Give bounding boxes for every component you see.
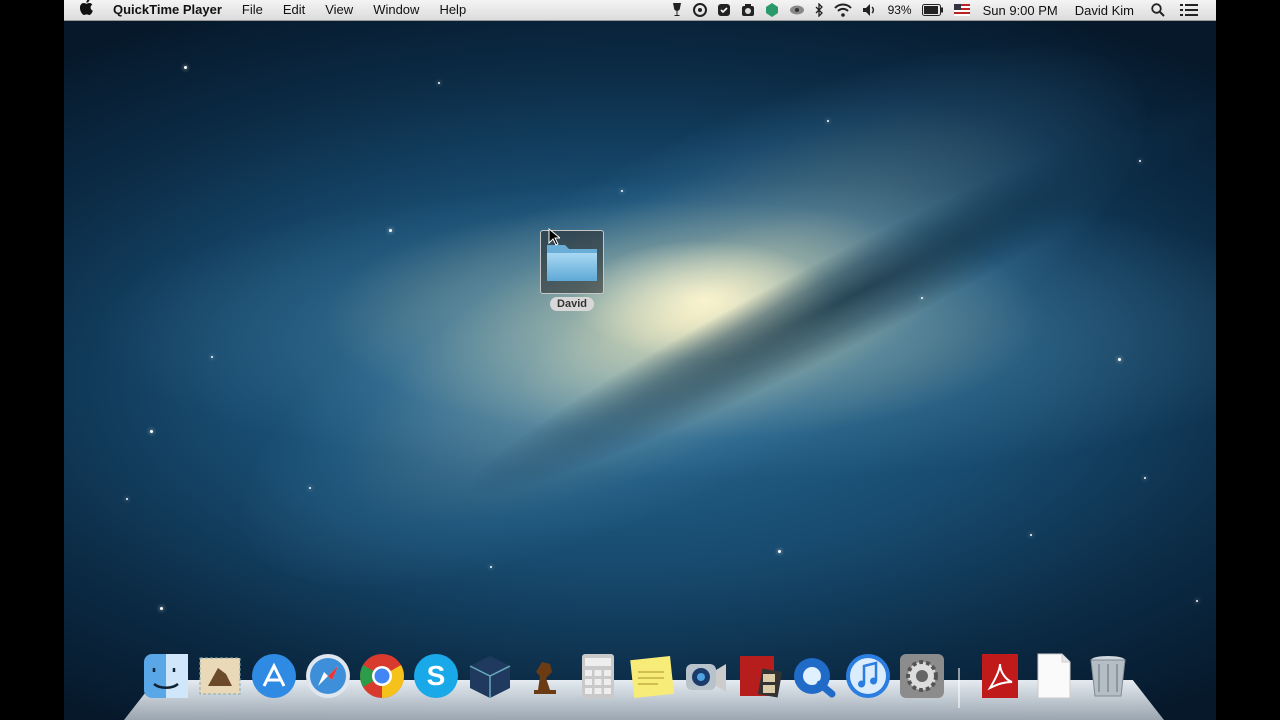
- battery-percent[interactable]: 93%: [883, 0, 917, 20]
- safari-icon[interactable]: [304, 652, 352, 700]
- desktop[interactable]: QuickTime Player File Edit View Window H…: [64, 0, 1216, 720]
- notification-center-icon[interactable]: [1170, 0, 1216, 20]
- skype-icon[interactable]: S: [412, 652, 460, 700]
- wifi-icon[interactable]: [829, 0, 857, 20]
- user-name-menu[interactable]: David Kim: [1063, 0, 1146, 20]
- app-store-icon[interactable]: [250, 652, 298, 700]
- chrome-icon[interactable]: [358, 652, 406, 700]
- mail-icon[interactable]: [196, 652, 244, 700]
- star: [921, 297, 923, 299]
- star: [621, 190, 623, 192]
- calculator-icon[interactable]: [574, 652, 622, 700]
- volume-icon[interactable]: [857, 0, 883, 20]
- status-area: 93% Sun 9:00 PM David Kim: [666, 0, 1216, 20]
- spotlight-search-icon[interactable]: [1146, 0, 1170, 20]
- star: [778, 550, 781, 553]
- eye-icon[interactable]: [784, 0, 810, 20]
- star: [1196, 600, 1198, 602]
- edit-menu[interactable]: Edit: [273, 0, 315, 20]
- star: [827, 120, 829, 122]
- system-preferences-icon[interactable]: [898, 652, 946, 700]
- app-name-menu[interactable]: QuickTime Player: [103, 0, 232, 20]
- battery-icon[interactable]: [917, 0, 949, 20]
- bluetooth-icon[interactable]: [810, 0, 829, 20]
- star: [1139, 160, 1141, 162]
- star: [1118, 358, 1121, 361]
- star: [150, 430, 153, 433]
- itunes-icon[interactable]: [844, 652, 892, 700]
- sync-icon[interactable]: [760, 0, 784, 20]
- clock[interactable]: Sun 9:00 PM: [975, 0, 1063, 20]
- star: [490, 566, 492, 568]
- folder-label[interactable]: David: [550, 297, 594, 311]
- star: [1144, 477, 1146, 479]
- star: [126, 498, 128, 500]
- svg-text:S: S: [427, 660, 446, 691]
- check-badge-icon[interactable]: [712, 0, 736, 20]
- adobe-reader-icon[interactable]: [976, 652, 1024, 700]
- dock-separator: [958, 668, 960, 708]
- wine-glass-icon[interactable]: [666, 0, 688, 20]
- apple-menu-icon[interactable]: [64, 0, 103, 21]
- facetime-icon[interactable]: [682, 652, 730, 700]
- finder-icon[interactable]: [142, 652, 190, 700]
- star: [1030, 534, 1032, 536]
- mouse-cursor-icon: [548, 228, 560, 246]
- input-flag-icon[interactable]: [949, 0, 975, 20]
- document-icon[interactable]: [1030, 652, 1078, 700]
- star: [184, 66, 187, 69]
- cube-app-icon[interactable]: [466, 652, 514, 700]
- stickies-icon[interactable]: [628, 652, 676, 700]
- star: [160, 607, 163, 610]
- circle-status-icon[interactable]: [688, 0, 712, 20]
- star: [309, 487, 311, 489]
- window-menu[interactable]: Window: [363, 0, 429, 20]
- view-menu[interactable]: View: [315, 0, 363, 20]
- chess-icon[interactable]: [520, 652, 568, 700]
- trash-icon[interactable]: [1084, 652, 1132, 700]
- star: [438, 82, 440, 84]
- menu-bar: QuickTime Player File Edit View Window H…: [64, 0, 1216, 21]
- camera-menu-icon[interactable]: [736, 0, 760, 20]
- help-menu[interactable]: Help: [429, 0, 476, 20]
- star: [389, 229, 392, 232]
- quicktime-icon[interactable]: [790, 652, 838, 700]
- photo-booth-icon[interactable]: [736, 652, 784, 700]
- star: [211, 356, 213, 358]
- file-menu[interactable]: File: [232, 0, 273, 20]
